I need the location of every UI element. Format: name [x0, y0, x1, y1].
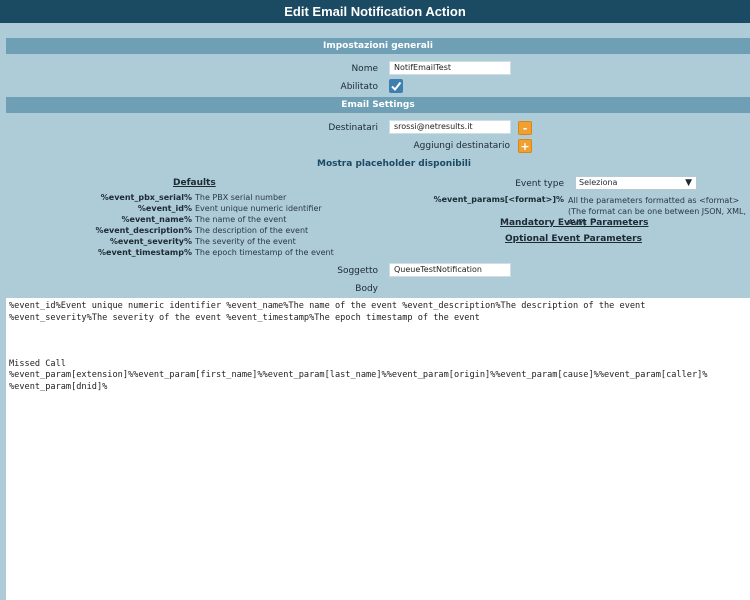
checkmark-icon [391, 81, 402, 92]
event-type-value: Seleziona [579, 178, 618, 187]
placeholder-key: %event_pbx_serial% [100, 193, 192, 202]
placeholder-key: %event_timestamp% [98, 248, 192, 257]
placeholder-key: %event_id% [137, 204, 192, 213]
placeholder-row: %event_severity% The severity of the eve… [40, 236, 370, 247]
placeholder-row: %event_id% Event unique numeric identifi… [40, 203, 370, 214]
placeholder-desc: The description of the event [195, 226, 309, 235]
recipient-input[interactable] [389, 120, 511, 134]
name-label: Nome [351, 64, 378, 74]
email-settings-header: Email Settings [6, 97, 750, 113]
placeholder-row: %event_timestamp% The epoch timestamp of… [40, 247, 370, 258]
placeholder-row: %event_pbx_serial% The PBX serial number [40, 192, 370, 203]
enabled-checkbox[interactable] [389, 79, 403, 93]
placeholder-desc: Event unique numeric identifier [195, 204, 322, 213]
placeholder-key: %event_name% [121, 215, 192, 224]
mandatory-params-link[interactable]: Mandatory Event Parameters [500, 218, 648, 228]
subject-input[interactable] [389, 263, 511, 277]
add-recipient-button[interactable]: + [518, 139, 532, 153]
event-params-key: %event_params[<format>]% [433, 195, 564, 204]
show-placeholders-link[interactable]: Mostra placeholder disponibili [317, 159, 471, 169]
general-settings-header: Impostazioni generali [6, 38, 750, 54]
placeholder-key: %event_description% [95, 226, 192, 235]
event-type-select[interactable]: Seleziona ▼ [575, 176, 697, 190]
dropdown-arrow-icon: ▼ [685, 178, 692, 188]
window-title: Edit Email Notification Action [0, 0, 750, 23]
placeholder-row: %event_description% The description of t… [40, 225, 370, 236]
placeholder-desc: The severity of the event [195, 237, 296, 246]
optional-params-link[interactable]: Optional Event Parameters [505, 234, 642, 244]
subject-label: Soggetto [337, 266, 378, 276]
defaults-title: Defaults [173, 178, 216, 188]
remove-recipient-button[interactable]: - [518, 121, 532, 135]
placeholder-row: %event_name% The name of the event [40, 214, 370, 225]
name-input[interactable] [389, 61, 511, 75]
recipients-label: Destinatari [328, 123, 378, 133]
placeholder-desc: The PBX serial number [195, 193, 287, 202]
placeholder-desc: The name of the event [195, 215, 287, 224]
placeholder-desc: The epoch timestamp of the event [195, 248, 334, 257]
body-label: Body [355, 284, 378, 294]
enabled-label: Abilitato [340, 82, 378, 92]
body-textarea[interactable]: %event_id%Event unique numeric identifie… [6, 298, 750, 600]
event-type-label: Event type [515, 179, 564, 189]
placeholder-key: %event_severity% [109, 237, 192, 246]
add-recipient-label: Aggiungi destinatario [413, 141, 510, 151]
